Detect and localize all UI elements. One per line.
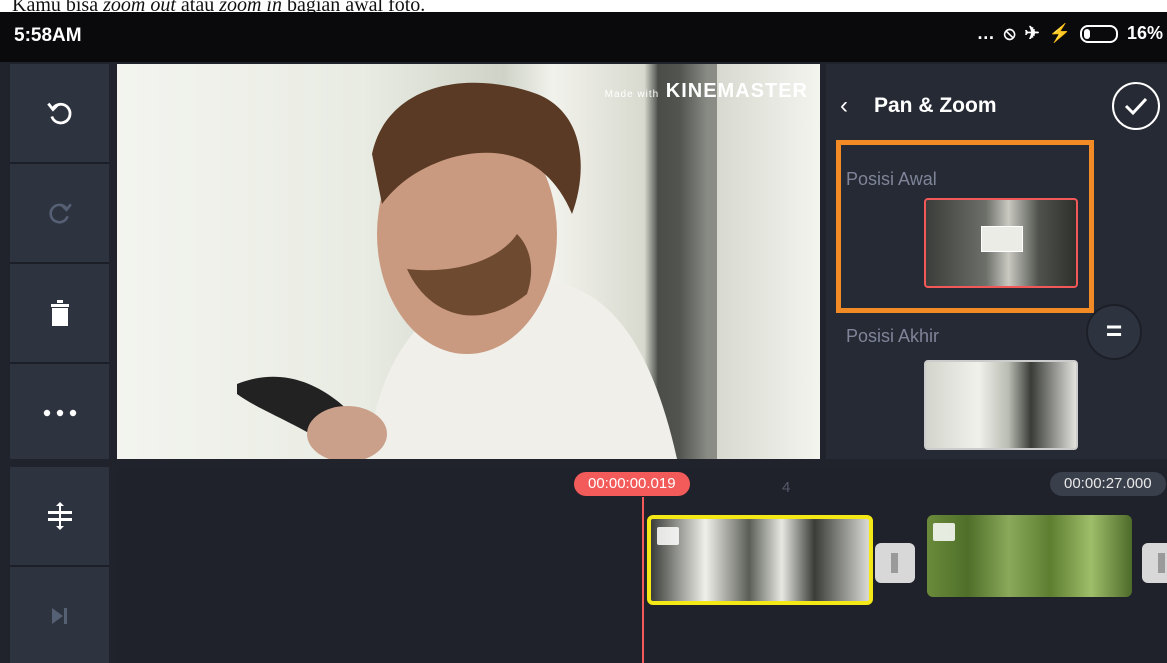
trash-icon: [50, 300, 69, 326]
expand-tracks-icon: [47, 502, 72, 530]
dots-icon: [43, 409, 76, 417]
mute-icon: ⦸: [1003, 23, 1016, 43]
status-icons: … ⦸ ✈ ⚡ 16%: [977, 23, 1163, 44]
end-position-thumbnail[interactable]: [924, 360, 1078, 450]
playhead[interactable]: [642, 497, 644, 663]
confirm-button[interactable]: [1112, 82, 1160, 130]
check-icon: [1124, 97, 1148, 116]
watermark-prefix: Made with: [604, 89, 660, 100]
pan-zoom-panel: ‹ Pan & Zoom Posisi Awal = Posisi Akhir: [826, 64, 1167, 459]
watermark-brand: KINEMASTER: [665, 80, 808, 102]
current-time: 00:00:00.019: [574, 472, 690, 496]
end-position-label: Posisi Akhir: [846, 326, 940, 346]
swap-positions-button[interactable]: =: [1086, 304, 1142, 360]
more-options-button[interactable]: [10, 364, 109, 462]
more-icon: …: [976, 23, 995, 43]
crop-frame[interactable]: [981, 226, 1023, 252]
delete-button[interactable]: [10, 264, 109, 364]
selected-photo-clip[interactable]: [647, 515, 873, 605]
image-icon: [657, 527, 679, 545]
app-window: 5:58AM … ⦸ ✈ ⚡ 16% Made with KINEMASTER …: [0, 12, 1167, 663]
ruler-mark: 4: [782, 479, 791, 496]
panel-title: Pan & Zoom: [874, 94, 997, 117]
undo-icon: [46, 102, 71, 125]
charging-icon: ⚡: [1048, 23, 1071, 43]
video-preview[interactable]: Made with KINEMASTER: [117, 64, 820, 459]
watermark: Made with KINEMASTER: [605, 80, 808, 103]
edit-toolbar: [10, 64, 109, 459]
photo-clip[interactable]: [927, 515, 1132, 597]
transition-button-2[interactable]: [1142, 543, 1167, 583]
preview-photo: [237, 64, 717, 459]
transition-button[interactable]: [875, 543, 915, 583]
airplane-icon: ✈: [1024, 23, 1040, 43]
start-position-thumbnail[interactable]: [924, 198, 1078, 288]
timeline-toolbar: [10, 467, 109, 663]
start-position-label: Posisi Awal: [846, 169, 937, 189]
skip-end-icon: [51, 608, 67, 624]
battery-icon: [1079, 24, 1118, 43]
caption: Kamu bisa zoom out atau zoom in bagian a…: [12, 0, 425, 16]
track-expand-button[interactable]: [10, 467, 109, 567]
undo-button[interactable]: [10, 64, 109, 164]
status-bar: 5:58AM … ⦸ ✈ ⚡ 16%: [0, 12, 1167, 62]
redo-icon: [48, 203, 72, 224]
status-time: 5:58AM: [14, 25, 82, 46]
back-button[interactable]: ‹: [840, 92, 848, 120]
skip-to-end-button[interactable]: [10, 567, 109, 663]
total-duration: 00:00:27.000: [1050, 472, 1166, 496]
image-icon: [933, 523, 955, 541]
timeline[interactable]: 00:00:00.019 4 00:00:27.000: [117, 467, 1167, 663]
battery-percent: 16%: [1126, 23, 1163, 43]
redo-button[interactable]: [10, 164, 109, 264]
